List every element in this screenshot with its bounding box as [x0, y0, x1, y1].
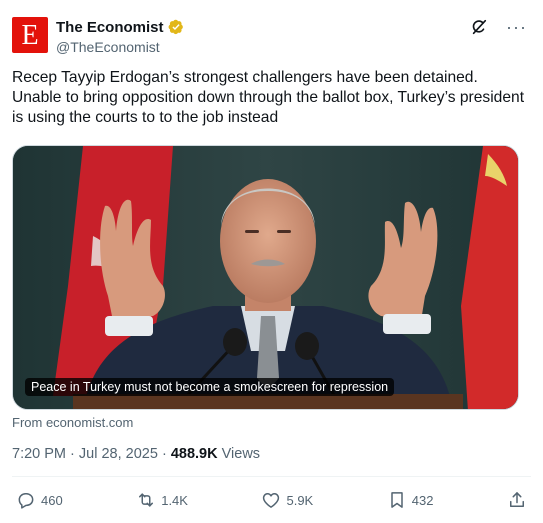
meta-separator: ·: [70, 446, 75, 462]
avatar[interactable]: E: [12, 17, 48, 53]
more-icon[interactable]: ···: [506, 18, 527, 36]
repost-count: 1.4K: [161, 492, 188, 508]
header-actions: ···: [470, 18, 527, 36]
reply-icon: [18, 493, 34, 509]
reply-count: 460: [41, 492, 63, 508]
tweet-card[interactable]: E The Economist @TheEconomist ··· Recep …: [0, 0, 543, 523]
grok-icon[interactable]: [470, 18, 488, 36]
media-image: [13, 146, 518, 409]
heart-icon: [263, 493, 280, 508]
tweet-header: E The Economist @TheEconomist ···: [12, 14, 531, 58]
share-button[interactable]: [507, 490, 527, 510]
share-icon: [509, 492, 524, 507]
bookmark-button[interactable]: 432: [387, 490, 434, 510]
meta-separator: ·: [161, 446, 167, 462]
verified-badge-icon[interactable]: [168, 19, 184, 35]
tweet-date[interactable]: Jul 28, 2025: [79, 446, 158, 462]
media-caption: Peace in Turkey must not become a smokes…: [25, 378, 395, 396]
tweet-time[interactable]: 7:20 PM: [12, 446, 66, 462]
avatar-letter: E: [21, 20, 39, 51]
author-handle[interactable]: @TheEconomist: [56, 39, 184, 55]
bookmark-icon: [391, 492, 403, 508]
views-count: 488.9K: [170, 446, 218, 462]
like-count: 5.9K: [286, 492, 314, 508]
like-button[interactable]: 5.9K: [261, 490, 313, 510]
bookmark-count: 432: [411, 492, 434, 508]
action-bar: 460 1.4K 5.9K 432: [12, 488, 527, 512]
author-display-name[interactable]: The Economist: [56, 19, 164, 36]
media-card[interactable]: Peace in Turkey must not become a smokes…: [12, 145, 519, 410]
tweet-meta: 7:20 PM · Jul 28, 2025 · 488.9K Views: [12, 446, 260, 462]
link-source[interactable]: From economist.com: [12, 415, 133, 430]
tweet-text: Recep Tayyip Erdogan’s strongest challen…: [12, 69, 525, 126]
repost-button[interactable]: 1.4K: [136, 490, 188, 510]
views-label: Views: [221, 446, 261, 462]
reply-button[interactable]: 460: [16, 490, 63, 510]
divider: [12, 476, 531, 477]
repost-icon: [139, 493, 154, 507]
author-names: The Economist @TheEconomist: [56, 18, 184, 55]
